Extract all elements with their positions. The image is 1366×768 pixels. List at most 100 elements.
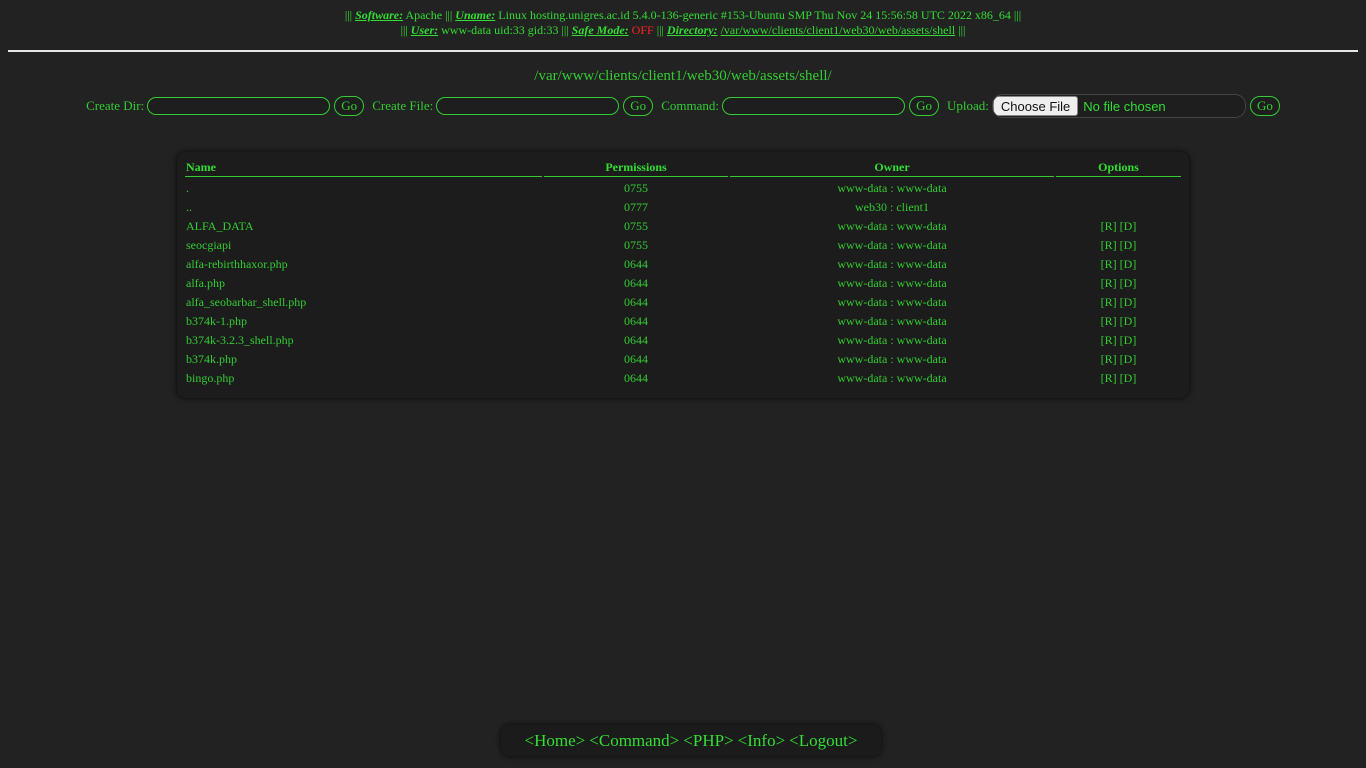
separator-text: ||| — [445, 8, 453, 22]
command-form: Command: Go — [661, 96, 940, 116]
header-name: Name — [185, 158, 542, 177]
file-name-link[interactable]: ALFA_DATA — [185, 217, 542, 236]
nav-php-link[interactable]: <PHP> — [683, 731, 733, 751]
file-owner: www-data : www-data — [837, 333, 947, 347]
safe-mode-value: OFF — [631, 23, 654, 37]
table-row: alfa.php 0644 www-data : www-data [R] [D] — [185, 274, 1181, 293]
file-owner: www-data : www-data — [837, 276, 947, 290]
file-options[interactable]: [R] [D] — [1056, 274, 1181, 293]
table-row: seocgiapi 0755 www-data : www-data [R] [D] — [185, 236, 1181, 255]
file-options[interactable]: [R] [D] — [1056, 236, 1181, 255]
upload-go-button[interactable]: Go — [1249, 96, 1280, 116]
command-input[interactable] — [722, 97, 906, 115]
table-row: b374k-1.php 0644 www-data : www-data [R] [D… — [185, 312, 1181, 331]
safe-mode-label: Safe Mode: — [571, 23, 629, 37]
software-label: Software: — [355, 8, 404, 22]
file-owner: www-data : www-data — [837, 314, 947, 328]
file-options[interactable]: [R] [D] — [1056, 350, 1181, 369]
file-owner: www-data : www-data — [837, 181, 947, 195]
table-row: alfa_seobarbar_shell.php 0644 www-data : w… — [185, 293, 1181, 312]
user-label: User: — [410, 23, 439, 37]
file-name-link[interactable]: .. — [185, 198, 542, 217]
file-permissions: 0644 — [624, 276, 648, 290]
header-divider — [8, 50, 1358, 52]
file-name-link[interactable]: b374k-3.2.3_shell.php — [185, 331, 542, 350]
upload-form: Upload: Choose File No file chosen Go — [947, 94, 1280, 118]
header-options: Options — [1056, 158, 1181, 177]
nav-home-link[interactable]: <Home> — [525, 731, 586, 751]
file-name-link[interactable]: alfa.php — [185, 274, 542, 293]
file-options[interactable]: [R] [D] — [1056, 312, 1181, 331]
directory-label: Directory: — [666, 23, 718, 37]
create-file-label: Create File: — [372, 98, 434, 113]
table-row: b374k-3.2.3_shell.php 0644 www-data : www-… — [185, 331, 1181, 350]
table-row: alfa-rebirthhaxor.php 0644 www-data : www-… — [185, 255, 1181, 274]
table-row: b374k.php 0644 www-data : www-data [R] [D] — [185, 350, 1181, 369]
file-permissions: 0777 — [624, 200, 648, 214]
no-file-chosen-text: No file chosen — [1083, 98, 1166, 114]
table-row: bingo.php 0644 www-data : www-data [R] [D] — [185, 369, 1181, 388]
file-permissions: 0755 — [624, 219, 648, 233]
choose-file-button[interactable]: Choose File — [992, 96, 1079, 116]
separator-text: ||| — [561, 23, 569, 37]
file-options[interactable]: [R] [D] — [1056, 369, 1181, 388]
file-permissions: 0644 — [624, 314, 648, 328]
header-permissions: Permissions — [544, 158, 728, 177]
file-name-link[interactable]: b374k.php — [185, 350, 542, 369]
file-name-link[interactable]: bingo.php — [185, 369, 542, 388]
separator-text: ||| — [958, 23, 966, 37]
file-permissions: 0644 — [624, 333, 648, 347]
current-path: /var/www/clients/client1/web30/web/asset… — [534, 68, 832, 84]
create-dir-go-button[interactable]: Go — [334, 96, 365, 116]
file-options[interactable]: [R] [D] — [1056, 331, 1181, 350]
file-owner: www-data : www-data — [837, 352, 947, 366]
directory-link[interactable]: /var/www/clients/client1/web30/web/asset… — [721, 23, 956, 37]
file-owner: www-data : www-data — [837, 238, 947, 252]
separator-text: ||| — [400, 23, 408, 37]
create-dir-input[interactable] — [147, 97, 331, 115]
file-name-link[interactable]: alfa_seobarbar_shell.php — [185, 293, 542, 312]
file-options[interactable]: [R] [D] — [1056, 217, 1181, 236]
file-name-link[interactable]: . — [185, 177, 542, 198]
separator-text: ||| — [1013, 8, 1022, 22]
create-dir-label: Create Dir: — [86, 98, 145, 113]
file-permissions: 0644 — [624, 295, 648, 309]
file-options — [1056, 198, 1181, 217]
file-name-link[interactable]: seocgiapi — [185, 236, 542, 255]
file-options[interactable]: [R] [D] — [1056, 255, 1181, 274]
command-label: Command: — [661, 98, 720, 113]
server-info: ||| Software: Apache ||| Uname: Linux ho… — [0, 0, 1366, 38]
file-table-panel: Name Permissions Owner Options . 0755 www-… — [177, 152, 1189, 398]
software-value: Apache — [405, 8, 443, 22]
file-rows: . 0755 www-data : www-data.. 0777 web30 : cl… — [185, 177, 1181, 388]
nav-info-link[interactable]: <Info> — [738, 731, 786, 751]
file-permissions: 0644 — [624, 257, 648, 271]
nav-command-link[interactable]: <Command> — [589, 731, 679, 751]
table-row: ALFA_DATA 0755 www-data : www-data [R] [D] — [185, 217, 1181, 236]
header-owner: Owner — [730, 158, 1054, 177]
create-dir-form: Create Dir: Go — [86, 96, 365, 116]
action-forms: Create Dir: Go Create File: Go Command: … — [0, 94, 1366, 118]
file-owner: web30 : client1 — [855, 200, 929, 214]
separator-text: ||| — [656, 23, 664, 37]
file-options — [1056, 177, 1181, 198]
file-options[interactable]: [R] [D] — [1056, 293, 1181, 312]
file-permissions: 0644 — [624, 371, 648, 385]
file-name-link[interactable]: alfa-rebirthhaxor.php — [185, 255, 542, 274]
file-owner: www-data : www-data — [837, 295, 947, 309]
create-file-input[interactable] — [436, 97, 620, 115]
server-info-line-2: ||| User: www-data uid:33 gid:33 ||| Saf… — [0, 23, 1366, 38]
file-permissions: 0644 — [624, 352, 648, 366]
uname-label: Uname: — [455, 8, 496, 22]
server-info-line-1: ||| Software: Apache ||| Uname: Linux ho… — [0, 8, 1366, 23]
file-picker[interactable]: Choose File No file chosen — [991, 94, 1246, 118]
create-file-go-button[interactable]: Go — [623, 96, 654, 116]
table-row: . 0755 www-data : www-data — [185, 177, 1181, 198]
create-file-form: Create File: Go — [372, 96, 654, 116]
uname-value: Linux hosting.unigres.ac.id 5.4.0-136-ge… — [498, 8, 1011, 22]
file-name-link[interactable]: b374k-1.php — [185, 312, 542, 331]
separator-text: ||| — [344, 8, 353, 22]
nav-logout-link[interactable]: <Logout> — [789, 731, 857, 751]
file-permissions: 0755 — [624, 181, 648, 195]
command-go-button[interactable]: Go — [909, 96, 940, 116]
